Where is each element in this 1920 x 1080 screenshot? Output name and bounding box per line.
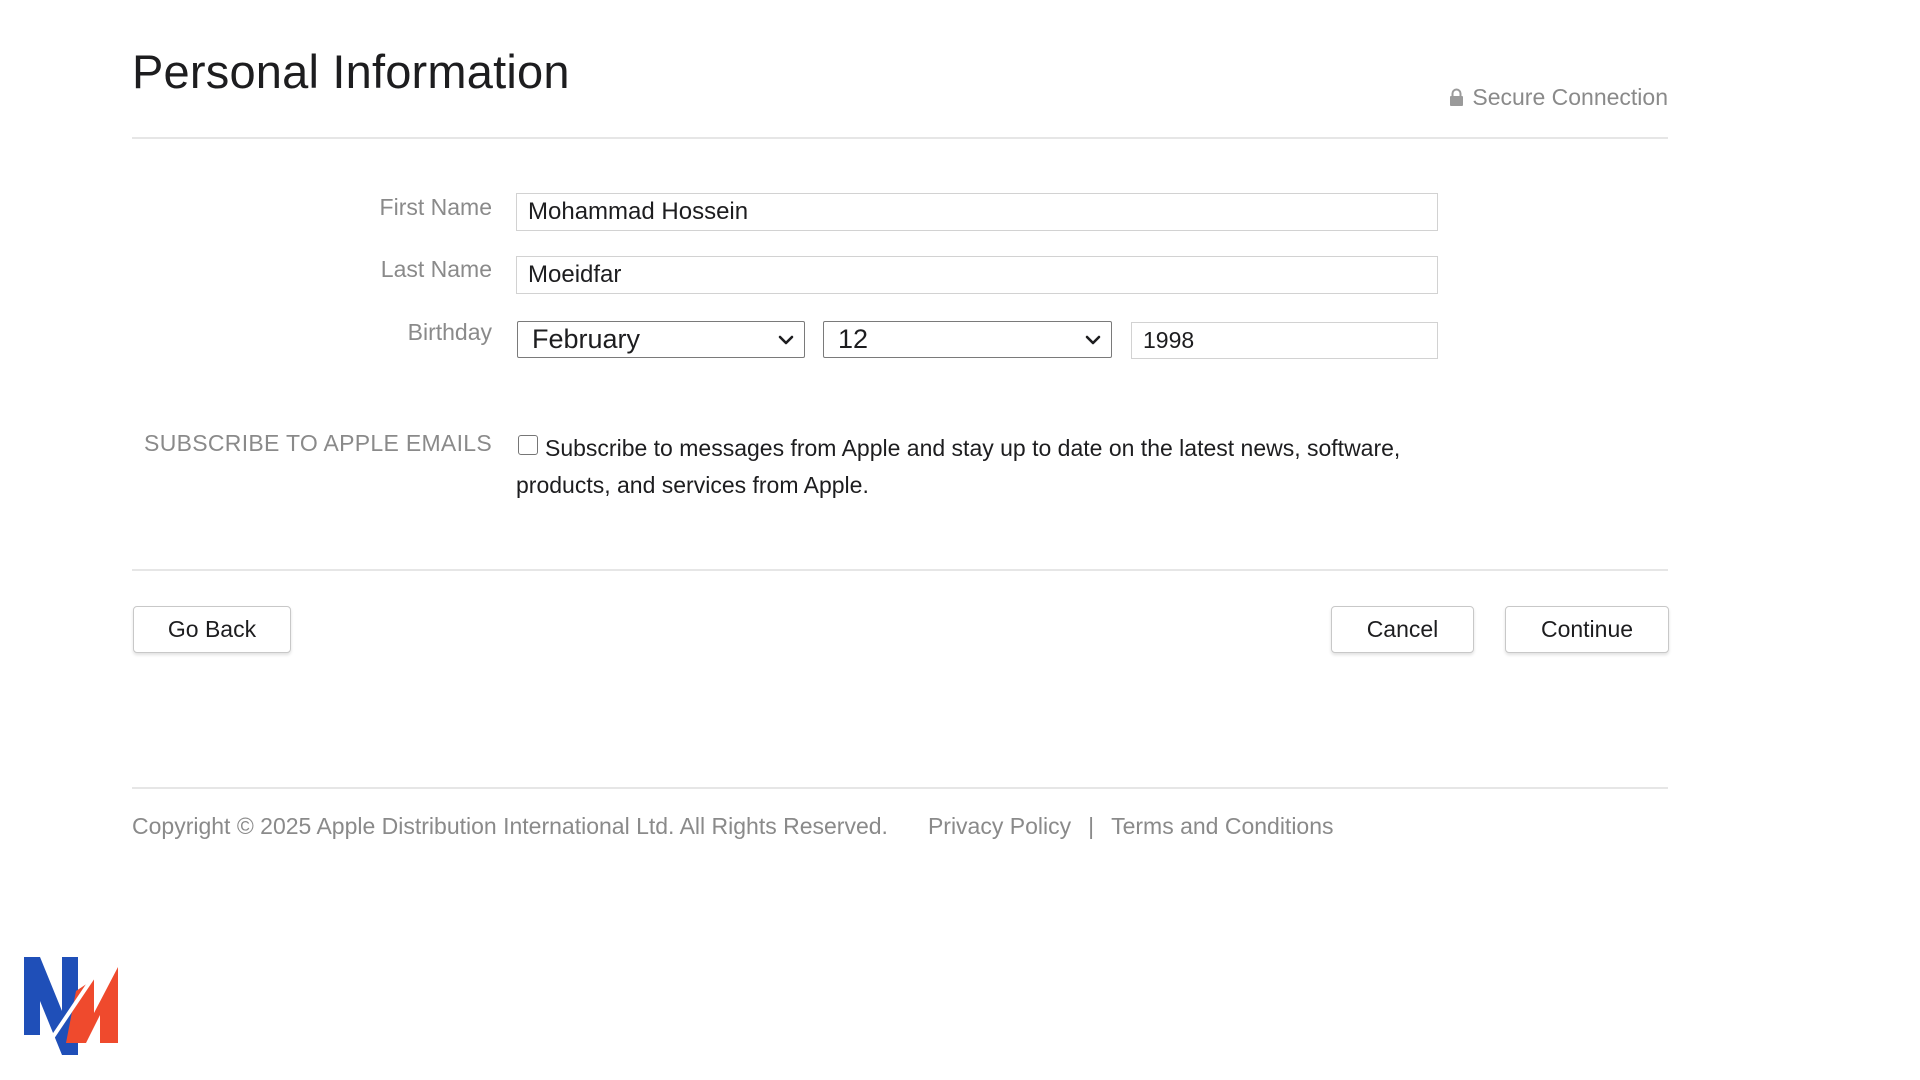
lock-icon bbox=[1450, 88, 1464, 106]
nm-logo bbox=[24, 957, 118, 1061]
secure-connection-label: Secure Connection bbox=[1472, 84, 1668, 110]
subscribe-checkbox[interactable] bbox=[518, 435, 538, 455]
birthday-year-input[interactable] bbox=[1131, 322, 1438, 359]
first-name-label: First Name bbox=[379, 194, 492, 220]
continue-button[interactable]: Continue bbox=[1505, 606, 1669, 653]
subscribe-label: SUBSCRIBE TO APPLE EMAILS bbox=[144, 430, 492, 456]
birthday-month-value: February bbox=[532, 324, 641, 354]
copyright-text: Copyright © 2025 Apple Distribution Inte… bbox=[132, 813, 888, 839]
form-divider bbox=[132, 569, 1668, 571]
terms-link[interactable]: Terms and Conditions bbox=[1111, 813, 1333, 840]
footer-divider bbox=[132, 787, 1668, 789]
footer: Copyright © 2025 Apple Distribution Inte… bbox=[132, 813, 1334, 840]
privacy-policy-link[interactable]: Privacy Policy bbox=[928, 813, 1071, 840]
go-back-button[interactable]: Go Back bbox=[133, 606, 291, 653]
cancel-button[interactable]: Cancel bbox=[1331, 606, 1474, 653]
birthday-day-select[interactable]: 12 bbox=[823, 321, 1112, 358]
page-title: Personal Information bbox=[132, 45, 570, 98]
first-name-input[interactable] bbox=[516, 193, 1438, 231]
chevron-down-icon bbox=[1085, 335, 1101, 344]
birthday-month-select[interactable]: February bbox=[517, 321, 805, 358]
subscribe-description: Subscribe to messages from Apple and sta… bbox=[516, 435, 1401, 498]
footer-separator: | bbox=[1088, 813, 1095, 839]
header-divider bbox=[132, 137, 1668, 139]
last-name-label: Last Name bbox=[380, 256, 492, 282]
secure-connection: Secure Connection bbox=[1449, 84, 1668, 111]
page: Personal Information Secure Connection F… bbox=[0, 0, 1920, 1080]
last-name-input[interactable] bbox=[516, 256, 1438, 294]
birthday-label: Birthday bbox=[407, 319, 492, 345]
chevron-down-icon bbox=[778, 335, 794, 344]
birthday-day-value: 12 bbox=[838, 324, 869, 354]
